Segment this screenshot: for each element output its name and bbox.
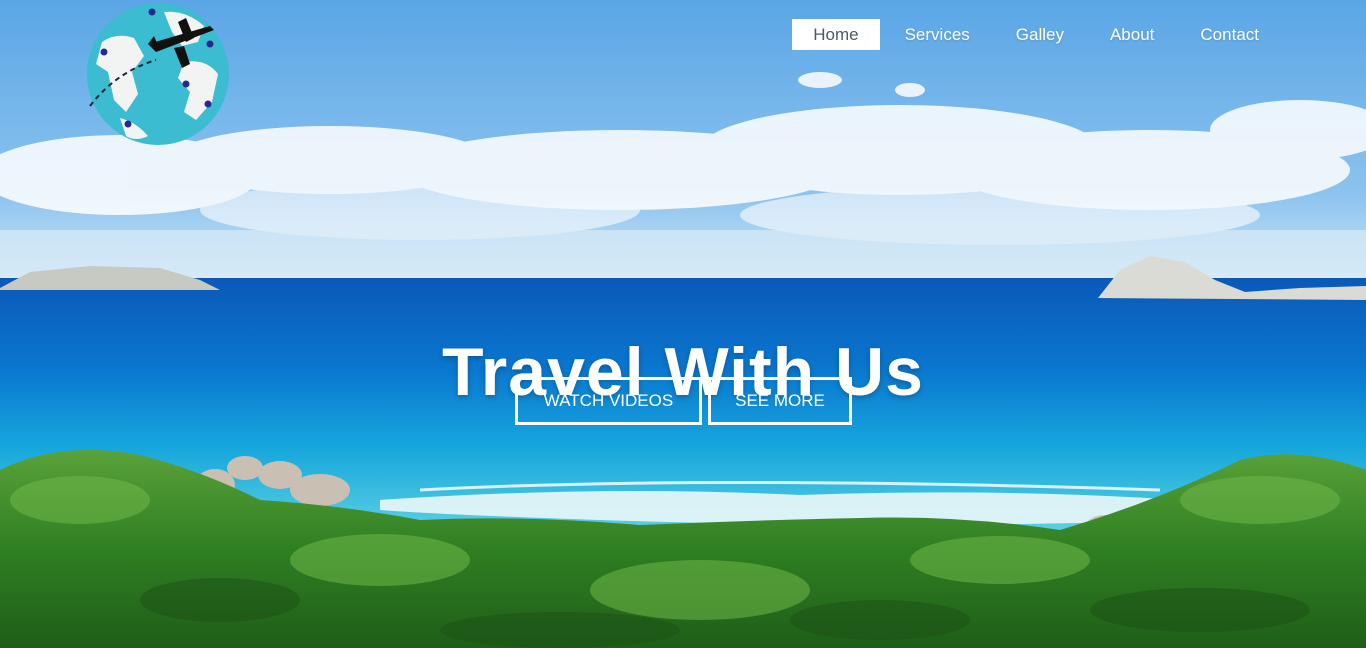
hero-banner: Home Services Galley About Contact Trave… <box>0 0 1366 648</box>
nav-gallery[interactable]: Galley <box>995 19 1085 50</box>
hero-buttons: WATCH VIDEOS SEE MORE <box>515 377 852 425</box>
globe-airplane-icon[interactable] <box>86 2 232 148</box>
nav-about[interactable]: About <box>1089 19 1175 50</box>
nav-services[interactable]: Services <box>884 19 991 50</box>
watch-videos-button[interactable]: WATCH VIDEOS <box>515 377 702 425</box>
see-more-button[interactable]: SEE MORE <box>708 377 852 425</box>
nav-contact[interactable]: Contact <box>1179 19 1280 50</box>
main-nav: Home Services Galley About Contact <box>792 19 1280 50</box>
nav-home[interactable]: Home <box>792 19 880 50</box>
